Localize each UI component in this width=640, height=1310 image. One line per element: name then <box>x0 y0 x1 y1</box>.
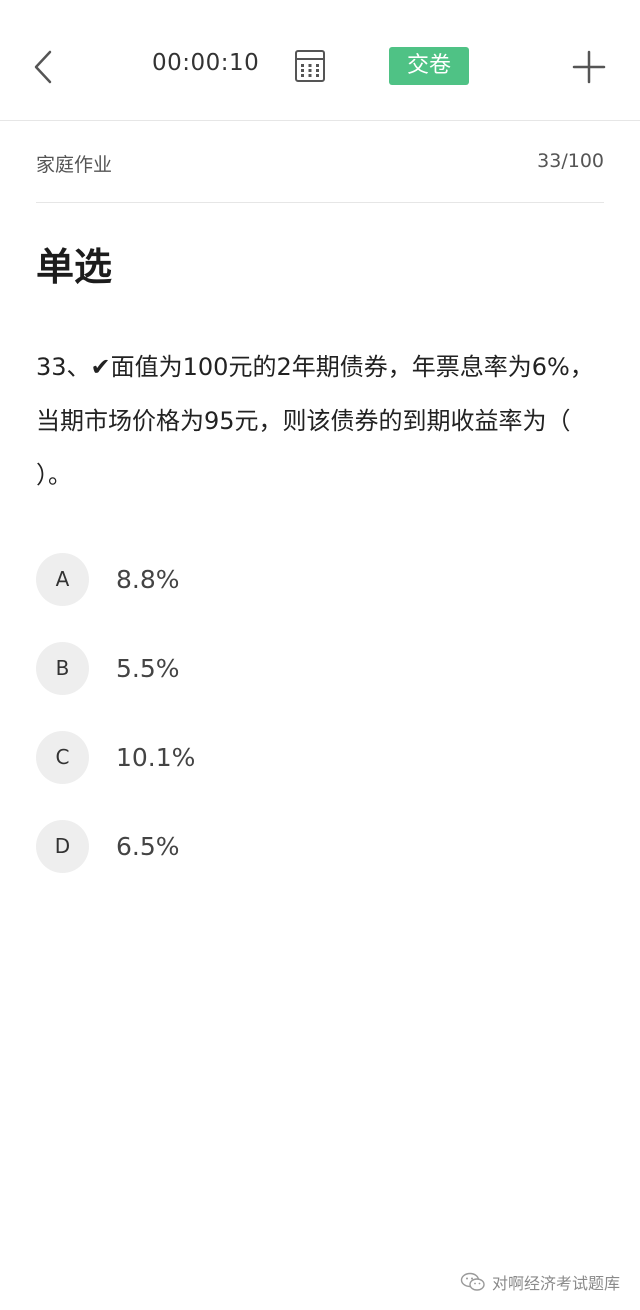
option-text: 5.5% <box>116 653 180 683</box>
chevron-left-icon[interactable] <box>22 42 68 92</box>
options-list: A 8.8% B 5.5% C 10.1% D 6.5% <box>36 552 604 908</box>
top-bar: 00:00:10 交卷 <box>0 0 640 121</box>
wechat-icon <box>460 1272 485 1291</box>
submit-button[interactable]: 交卷 <box>389 47 469 85</box>
watermark: 对啊经济考试题库 <box>460 1270 620 1294</box>
option-letter-badge: C <box>36 730 89 784</box>
question-progress: 33/100 <box>537 150 604 172</box>
option-c[interactable]: C 10.1% <box>36 730 604 784</box>
option-letter-badge: A <box>36 552 89 606</box>
plus-icon[interactable] <box>568 46 610 88</box>
homework-label: 家庭作业 <box>36 154 113 176</box>
option-d[interactable]: D 6.5% <box>36 819 604 873</box>
option-letter-badge: B <box>36 641 89 695</box>
question-type-title: 单选 <box>36 245 113 289</box>
option-letter-badge: D <box>36 819 89 873</box>
option-text: 10.1% <box>116 742 196 772</box>
option-text: 6.5% <box>116 831 180 861</box>
option-text: 8.8% <box>116 564 180 594</box>
option-a[interactable]: A 8.8% <box>36 552 604 606</box>
sub-header: 家庭作业 33/100 <box>36 120 604 203</box>
question-text: 33、✔面值为100元的2年期债券，年票息率为6%，当期市场价格为95元，则该债… <box>36 353 594 489</box>
grid-card-icon[interactable] <box>292 48 328 84</box>
watermark-text: 对啊经济考试题库 <box>491 1274 620 1293</box>
timer: 00:00:10 <box>152 50 260 76</box>
option-b[interactable]: B 5.5% <box>36 641 604 695</box>
